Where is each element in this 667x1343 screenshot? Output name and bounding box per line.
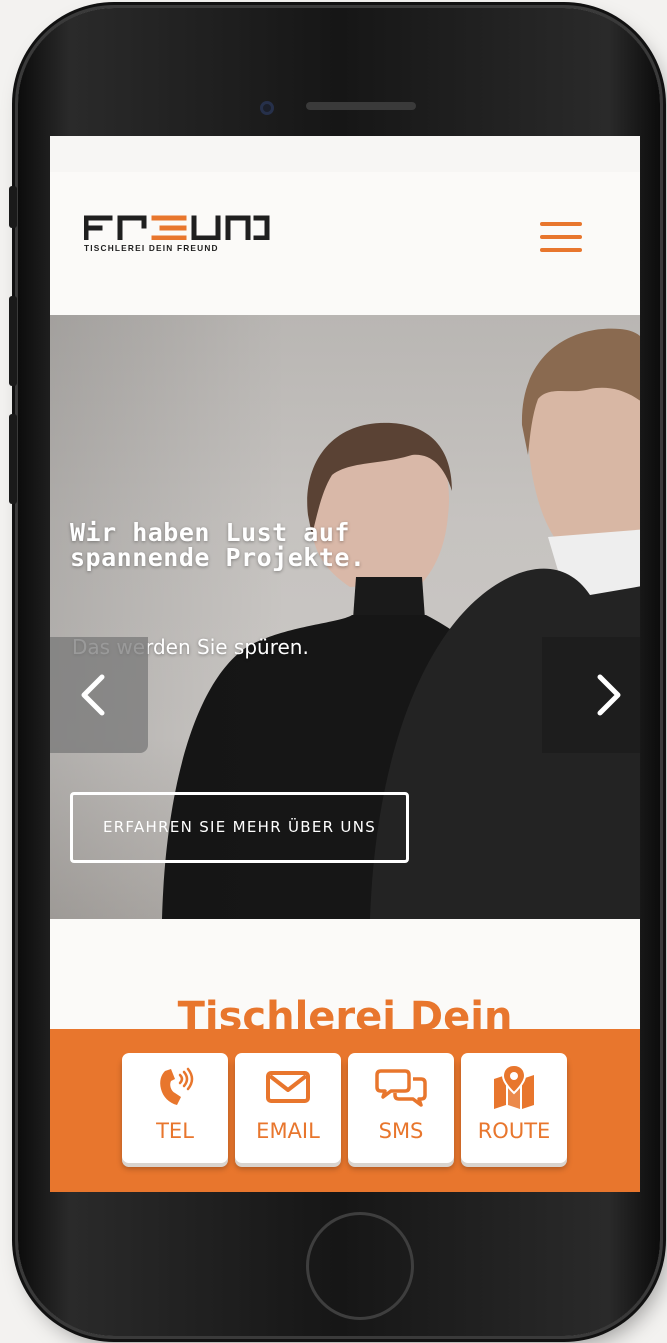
hamburger-menu-icon[interactable]: [540, 222, 582, 252]
freund-wordmark: [84, 215, 270, 240]
sms-button[interactable]: SMS: [348, 1053, 454, 1163]
front-camera: [260, 101, 274, 115]
tel-button[interactable]: TEL: [122, 1053, 228, 1163]
home-button[interactable]: [306, 1212, 414, 1320]
chevron-left-icon: [81, 674, 105, 716]
status-strip: [50, 136, 640, 172]
chevron-right-icon: [597, 674, 621, 716]
phone-icon: [122, 1063, 228, 1111]
learn-more-button[interactable]: ERFAHREN SIE MEHR ÜBER UNS: [70, 792, 409, 863]
envelope-icon: [235, 1063, 341, 1111]
logo-tagline: TISCHLEREI DEIN FREUND: [84, 243, 219, 253]
site-logo[interactable]: TISCHLEREI DEIN FREUND: [84, 214, 270, 254]
slider-prev-button[interactable]: [50, 637, 148, 753]
route-button[interactable]: ROUTE: [461, 1053, 567, 1163]
email-button[interactable]: EMAIL: [235, 1053, 341, 1163]
sms-label: SMS: [378, 1119, 424, 1143]
hero-title: Wir haben Lust auf spannende Projekte.: [70, 518, 366, 572]
mute-switch: [9, 186, 17, 228]
map-pin-icon: [461, 1063, 567, 1111]
phone-screen: TISCHLEREI DEIN FREUND Wir haben Lust au…: [50, 136, 640, 1192]
volume-up-button: [9, 296, 17, 386]
contact-action-bar: TEL EMAIL SMS ROUTE: [50, 1029, 640, 1192]
chat-bubbles-icon: [348, 1063, 454, 1111]
tel-label: TEL: [156, 1119, 194, 1143]
hero-slider: Wir haben Lust auf spannende Projekte. D…: [50, 315, 640, 919]
email-label: EMAIL: [256, 1119, 320, 1143]
volume-down-button: [9, 414, 17, 504]
earpiece-speaker: [306, 102, 416, 110]
route-label: ROUTE: [477, 1119, 551, 1143]
slider-next-button[interactable]: [542, 637, 640, 753]
